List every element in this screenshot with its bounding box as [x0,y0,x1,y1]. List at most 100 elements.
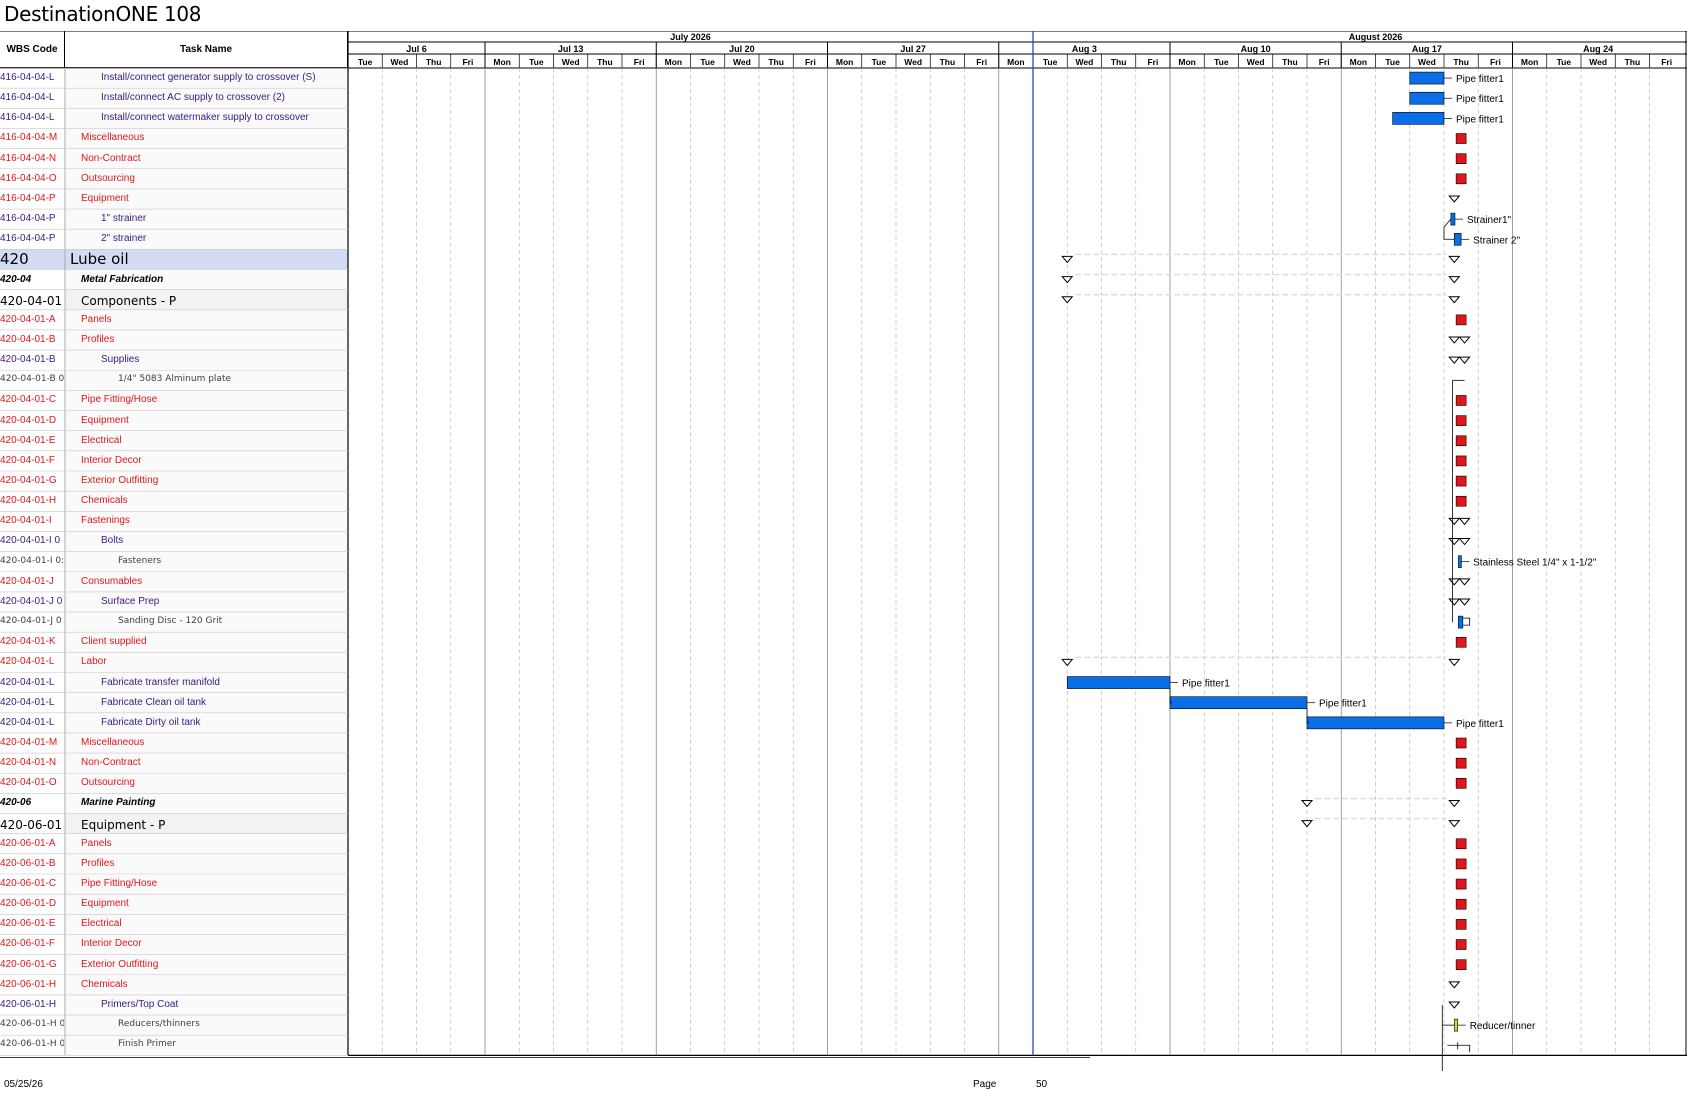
task-name-cell[interactable]: 1/4" 5083 Alminum plate [118,374,346,384]
task-name-cell[interactable]: Non-Contract [81,757,346,768]
wbs-cell[interactable]: 420-06-01-H [0,979,64,990]
wbs-cell[interactable]: 420-04-01-L [0,697,64,708]
task-name-cell[interactable]: Panels [81,314,346,325]
wbs-cell[interactable]: 416-04-04-M [0,132,64,143]
wbs-cell[interactable]: 420-04-01-L [0,656,64,667]
wbs-cell[interactable]: 420-04-01-J 0 [0,596,64,607]
task-name-cell[interactable]: Interior Decor [81,938,346,949]
wbs-cell[interactable]: 420-06-01-B [0,858,64,869]
wbs-cell[interactable]: 420-04-01 [0,294,64,308]
wbs-cell[interactable]: 420-06-01-H 0 [0,1019,64,1029]
task-name-cell[interactable]: Finish Primer [118,1039,346,1049]
task-name-cell[interactable]: Fabricate Clean oil tank [101,697,346,708]
task-name-cell[interactable]: Equipment [81,415,346,426]
wbs-cell[interactable]: 420 [0,250,64,268]
wbs-cell[interactable]: 420-06-01-D [0,898,64,909]
task-name-cell[interactable]: Sanding Disc - 120 Grit [118,616,346,626]
task-name-cell[interactable]: Metal Fabrication [81,274,346,285]
task-name-cell[interactable]: Components - P [81,294,346,308]
task-name-cell[interactable]: Client supplied [81,636,346,647]
task-name-cell[interactable]: Chemicals [81,495,346,506]
wbs-cell[interactable]: 420-04-01-E [0,435,64,446]
task-name-cell[interactable]: Miscellaneous [81,132,346,143]
task-name-cell[interactable]: Lube oil [70,250,346,268]
wbs-cell[interactable]: 420-06-01-F [0,938,64,949]
wbs-cell[interactable]: 416-04-04-L [0,92,64,103]
task-name-cell[interactable]: Equipment [81,898,346,909]
task-name-cell[interactable]: Marine Painting [81,797,346,808]
wbs-cell[interactable]: 420-06-01 [0,818,64,832]
task-name-cell[interactable]: Fabricate transfer manifold [101,677,346,688]
wbs-cell[interactable]: 420-06 [0,797,64,808]
wbs-cell[interactable]: 420-04-01-B 0 [0,374,64,384]
wbs-cell[interactable]: 420-06-01-G [0,959,64,970]
wbs-cell[interactable]: 420-04-01-J 0 [0,616,64,626]
task-name-cell[interactable]: Supplies [101,354,346,365]
wbs-cell[interactable]: 416-04-04-N [0,153,64,164]
wbs-cell[interactable]: 420-04-01-G [0,475,64,486]
task-name-cell[interactable]: Outsourcing [81,777,346,788]
task-name-cell[interactable]: Fastenings [81,515,346,526]
wbs-cell[interactable]: 420-04-01-N [0,757,64,768]
wbs-cell[interactable]: 420-04-01-H [0,495,64,506]
task-name-cell[interactable]: Exterior Outfitting [81,959,346,970]
task-name-cell[interactable]: Chemicals [81,979,346,990]
task-name-cell[interactable]: Fasteners [118,556,346,566]
wbs-cell[interactable]: 420-04-01-B [0,334,64,345]
task-name-cell[interactable]: Labor [81,656,346,667]
task-name-cell[interactable]: Consumables [81,576,346,587]
task-name-cell[interactable]: Profiles [81,858,346,869]
task-name-cell[interactable]: Interior Decor [81,455,346,466]
wbs-cell[interactable]: 420-06-01-H 0 [0,1039,64,1049]
wbs-cell[interactable]: 420-04-01-K [0,636,64,647]
task-name-cell[interactable]: Profiles [81,334,346,345]
task-name-cell[interactable]: 1" strainer [101,213,346,224]
task-name-cell[interactable]: Equipment [81,193,346,204]
task-name-cell[interactable]: Install/connect generator supply to cros… [101,72,346,83]
wbs-cell[interactable]: 420-04-01-J [0,576,64,587]
task-name-cell[interactable]: Equipment - P [81,818,346,832]
wbs-cell[interactable]: 420-06-01-A [0,838,64,849]
wbs-cell[interactable]: 420-04-01-B [0,354,64,365]
wbs-cell[interactable]: 420-04-01-C [0,394,64,405]
wbs-cell[interactable]: 420-06-01-H [0,999,64,1010]
task-name-cell[interactable]: Reducers/thinners [118,1019,346,1029]
task-name-cell[interactable]: 2" strainer [101,233,346,244]
task-bar [1453,232,1462,246]
task-name-cell[interactable]: Install/connect watermaker supply to cro… [101,112,346,123]
wbs-cell[interactable]: 420-04-01-A [0,314,64,325]
task-name-cell[interactable]: Electrical [81,918,346,929]
task-name-cell[interactable]: Electrical [81,435,346,446]
wbs-cell[interactable]: 420-04-01-I [0,515,64,526]
wbs-cell[interactable]: 416-04-04-P [0,213,64,224]
wbs-cell[interactable]: 416-04-04-L [0,112,64,123]
task-name-cell[interactable]: Panels [81,838,346,849]
gantt-grid[interactable]: July 2026 August 2026 Jul 6 Jul 13 Jul 20 Jul… [0,31,1687,1071]
wbs-cell[interactable]: 420-04-01-I 0: [0,556,64,566]
task-name-cell[interactable]: Miscellaneous [81,737,346,748]
task-name-cell[interactable]: Install/connect AC supply to crossover (… [101,92,346,103]
wbs-cell[interactable]: 420-04-01-I 0 [0,535,64,546]
wbs-cell[interactable]: 420-04-01-M [0,737,64,748]
wbs-cell[interactable]: 416-04-04-P [0,193,64,204]
task-name-cell[interactable]: Outsourcing [81,173,346,184]
task-name-cell[interactable]: Primers/Top Coat [101,999,346,1010]
task-name-cell[interactable]: Fabricate Dirty oil tank [101,717,346,728]
task-name-cell[interactable]: Bolts [101,535,346,546]
wbs-cell[interactable]: 420-04-01-O [0,777,64,788]
wbs-cell[interactable]: 420-04-01-F [0,455,64,466]
wbs-cell[interactable]: 416-04-04-P [0,233,64,244]
wbs-cell[interactable]: 420-04-01-L [0,677,64,688]
wbs-cell[interactable]: 420-04 [0,274,64,285]
task-name-cell[interactable]: Surface Prep [101,596,346,607]
wbs-cell[interactable]: 420-04-01-D [0,415,64,426]
task-name-cell[interactable]: Non-Contract [81,153,346,164]
task-name-cell[interactable]: Exterior Outfitting [81,475,346,486]
wbs-cell[interactable]: 420-06-01-C [0,878,64,889]
wbs-cell[interactable]: 420-06-01-E [0,918,64,929]
wbs-cell[interactable]: 420-04-01-L [0,717,64,728]
task-name-cell[interactable]: Pipe Fitting/Hose [81,878,346,889]
wbs-cell[interactable]: 416-04-04-L [0,72,64,83]
task-name-cell[interactable]: Pipe Fitting/Hose [81,394,346,405]
wbs-cell[interactable]: 416-04-04-O [0,173,64,184]
